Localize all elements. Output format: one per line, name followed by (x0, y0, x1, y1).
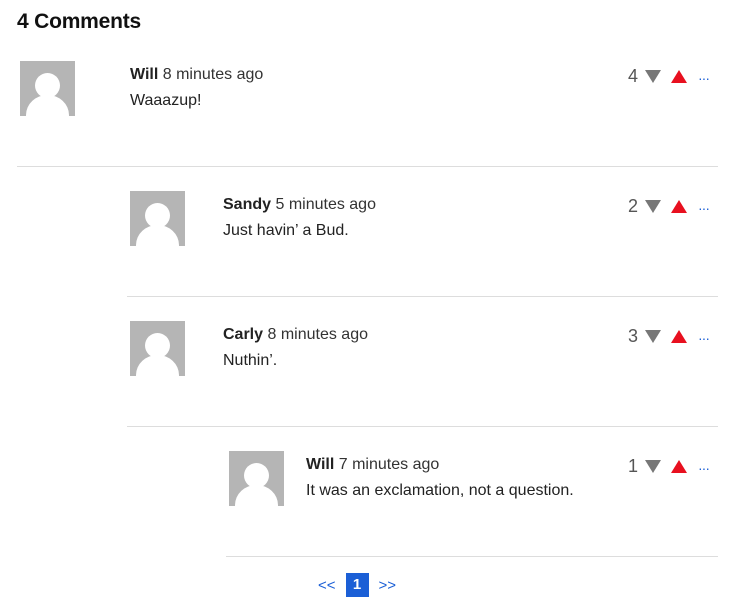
more-options-icon[interactable]: ··· (698, 330, 710, 346)
comment-meta: Carly 8 minutes ago (223, 325, 368, 345)
comment-timestamp[interactable]: 8 minutes ago (163, 66, 264, 83)
user-avatar-icon[interactable] (229, 451, 284, 506)
upvote-icon[interactable] (671, 69, 687, 83)
current-page-button[interactable]: 1 (345, 573, 369, 597)
upvote-icon[interactable] (671, 329, 687, 343)
more-options-icon[interactable]: ··· (698, 70, 710, 86)
more-options-icon[interactable]: ··· (698, 460, 710, 476)
pagination: << 1 >> (318, 573, 396, 597)
comment-author[interactable]: Will (130, 66, 158, 83)
comment-votes: 3 ··· (628, 325, 718, 347)
comments-count-title: 4 Comments (17, 10, 142, 33)
comment-item: Will 7 minutes ago It was an exclamation… (226, 427, 718, 557)
comment-meta: Will 8 minutes ago (130, 65, 263, 85)
next-page-link[interactable]: >> (379, 577, 397, 594)
comment-meta: Sandy 5 minutes ago (223, 195, 376, 215)
downvote-icon[interactable] (645, 459, 661, 473)
comment-author[interactable]: Sandy (223, 196, 271, 213)
vote-count: 3 (627, 326, 638, 346)
comment-votes: 4 ··· (628, 65, 718, 87)
comment-timestamp[interactable]: 7 minutes ago (339, 456, 440, 473)
upvote-icon[interactable] (671, 199, 687, 213)
user-avatar-icon[interactable] (130, 191, 185, 246)
downvote-icon[interactable] (645, 69, 661, 83)
prev-page-link[interactable]: << (318, 577, 336, 594)
comment-votes: 1 ··· (628, 455, 718, 477)
comment-author[interactable]: Will (306, 456, 334, 473)
user-avatar-icon[interactable] (130, 321, 185, 376)
comment-text: Just havin’ a Bud. (223, 222, 349, 239)
comment-item: Sandy 5 minutes ago Just havin’ a Bud. 2… (127, 167, 718, 297)
downvote-icon[interactable] (645, 329, 661, 343)
comment-text: It was an exclamation, not a question. (306, 482, 574, 499)
vote-count: 2 (627, 196, 638, 216)
downvote-icon[interactable] (645, 199, 661, 213)
vote-count: 4 (627, 66, 638, 86)
comment-item: Carly 8 minutes ago Nuthin’. 3 ··· (127, 297, 718, 427)
comment-timestamp[interactable]: 5 minutes ago (275, 196, 376, 213)
comment-text: Waaazup! (130, 92, 202, 109)
user-avatar-icon[interactable] (20, 61, 75, 116)
comment-meta: Will 7 minutes ago (306, 455, 439, 475)
comment-text: Nuthin’. (223, 352, 278, 369)
comment-timestamp[interactable]: 8 minutes ago (267, 326, 368, 343)
vote-count: 1 (627, 456, 638, 476)
more-options-icon[interactable]: ··· (698, 200, 710, 216)
comment-votes: 2 ··· (628, 195, 718, 217)
comment-item: Will 8 minutes ago Waaazup! 4 ··· (17, 37, 718, 167)
comment-author[interactable]: Carly (223, 326, 263, 343)
upvote-icon[interactable] (671, 459, 687, 473)
